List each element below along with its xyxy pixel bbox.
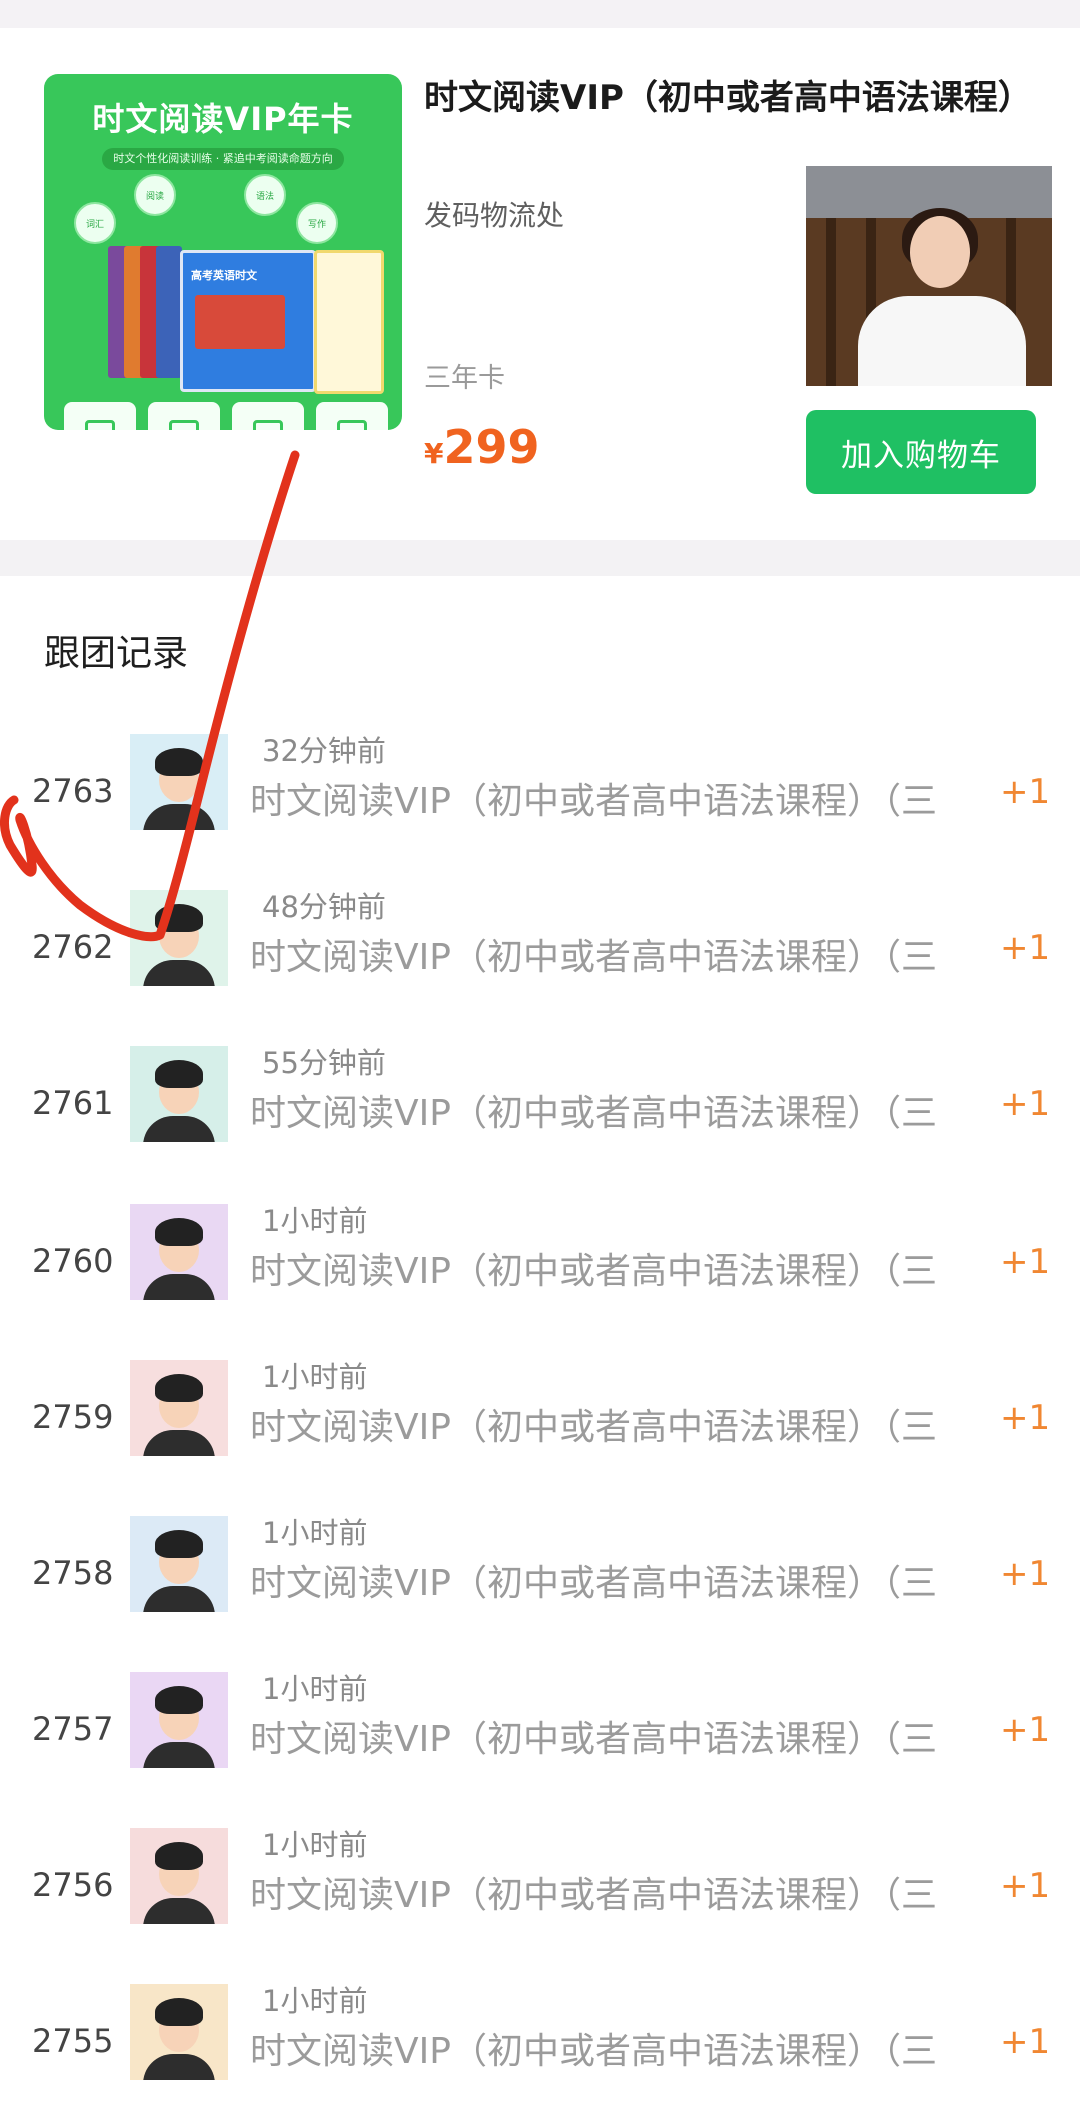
record-description: 时文阅读VIP（初中或者高中语法课程）（三 [250,1719,937,1760]
book-icon [232,402,304,430]
avatar[interactable] [130,734,228,830]
record-description: 时文阅读VIP（初中或者高中语法课程）（三 [250,781,937,822]
record-quantity: +1 [1000,1710,1051,1750]
calendar-icon [64,402,136,430]
record-time: 32分钟前 [262,734,386,768]
record-time: 1小时前 [262,1984,368,2018]
record-number: 2759 [32,1398,114,1436]
record-time: 1小时前 [262,1516,368,1550]
product-price: ¥299 [424,420,540,474]
avatar[interactable] [130,1360,228,1456]
cover-subtitle: 时文个性化阅读训练 · 紧追中考阅读命题方向 [102,148,344,170]
record-quantity: +1 [1000,1398,1051,1438]
record-number: 2760 [32,1242,114,1280]
avatar[interactable] [130,1204,228,1300]
avatar[interactable] [130,1828,228,1924]
list-item[interactable]: 2758 1小时前时文阅读VIP（初中或者高中语法课程）（三 +1 [0,1516,1080,1656]
product-spec: 三年卡 [424,363,505,394]
record-number: 2762 [32,928,114,966]
phone-icon [148,402,220,430]
record-quantity: +1 [1000,2022,1051,2062]
record-number: 2756 [32,1866,114,1904]
record-time: 55分钟前 [262,1046,386,1080]
record-number: 2757 [32,1710,114,1748]
add-to-cart-button[interactable]: 加入购物车 [806,410,1036,494]
worksheet-illustration [314,250,384,394]
cover-bubble: 阅读 [134,174,176,216]
record-number: 2758 [32,1554,114,1592]
list-item[interactable]: 2763 32分钟前时文阅读VIP（初中或者高中语法课程）（三 +1 [0,734,1080,874]
record-number: 2763 [32,772,114,810]
group-records-title: 跟团记录 [44,633,189,674]
record-time: 1小时前 [262,1672,368,1706]
avatar[interactable] [130,1984,228,2080]
product-title[interactable]: 时文阅读VIP（初中或者高中语法课程） [424,72,1044,124]
book-label: 高考英语时文 [191,269,257,282]
record-description: 时文阅读VIP（初中或者高中语法课程）（三 [250,1251,937,1292]
avatar[interactable] [130,1046,228,1142]
book-stack-illustration: 高考英语时文 [108,236,316,392]
product-cover-image[interactable]: 时文阅读VIP年卡 时文个性化阅读训练 · 紧追中考阅读命题方向 词汇 阅读 语… [44,74,402,430]
avatar[interactable] [130,890,228,986]
avatar[interactable] [130,1672,228,1768]
section-divider [0,540,1080,576]
top-separator [0,0,1080,28]
currency-symbol: ¥ [424,437,444,470]
record-number: 2761 [32,1084,114,1122]
cover-bubble: 语法 [244,174,286,216]
list-item[interactable]: 2755 1小时前时文阅读VIP（初中或者高中语法课程）（三 +1 [0,1984,1080,2124]
list-item[interactable]: 2761 55分钟前时文阅读VIP（初中或者高中语法课程）（三 +1 [0,1046,1080,1186]
record-description: 时文阅读VIP（初中或者高中语法课程）（三 [250,1093,937,1134]
record-quantity: +1 [1000,772,1051,812]
record-quantity: +1 [1000,1084,1051,1124]
record-description: 时文阅读VIP（初中或者高中语法课程）（三 [250,937,937,978]
list-item[interactable]: 2757 1小时前时文阅读VIP（初中或者高中语法课程）（三 +1 [0,1672,1080,1812]
record-description: 时文阅读VIP（初中或者高中语法课程）（三 [250,1875,937,1916]
list-item[interactable]: 2760 1小时前时文阅读VIP（初中或者高中语法课程）（三 +1 [0,1204,1080,1344]
record-description: 时文阅读VIP（初中或者高中语法课程）（三 [250,1407,937,1448]
cover-title: 时文阅读VIP年卡 [92,100,354,138]
record-time: 48分钟前 [262,890,386,924]
product-note: 发码物流处 [424,199,565,232]
list-item[interactable]: 2759 1小时前时文阅读VIP（初中或者高中语法课程）（三 +1 [0,1360,1080,1500]
target-icon [316,402,388,430]
list-item[interactable]: 2762 48分钟前时文阅读VIP（初中或者高中语法课程）（三 +1 [0,890,1080,1030]
list-item[interactable]: 2756 1小时前时文阅读VIP（初中或者高中语法课程）（三 +1 [0,1828,1080,1968]
video-overlay[interactable] [806,166,1052,386]
record-quantity: +1 [1000,1242,1051,1282]
price-value: 299 [443,420,540,474]
record-description: 时文阅读VIP（初中或者高中语法课程）（三 [250,1563,937,1604]
record-time: 1小时前 [262,1828,368,1862]
avatar[interactable] [130,1516,228,1612]
record-time: 1小时前 [262,1360,368,1394]
record-time: 1小时前 [262,1204,368,1238]
record-number: 2755 [32,2022,114,2060]
record-quantity: +1 [1000,1554,1051,1594]
record-description: 时文阅读VIP（初中或者高中语法课程）（三 [250,2031,937,2072]
record-quantity: +1 [1000,928,1051,968]
record-quantity: +1 [1000,1866,1051,1906]
